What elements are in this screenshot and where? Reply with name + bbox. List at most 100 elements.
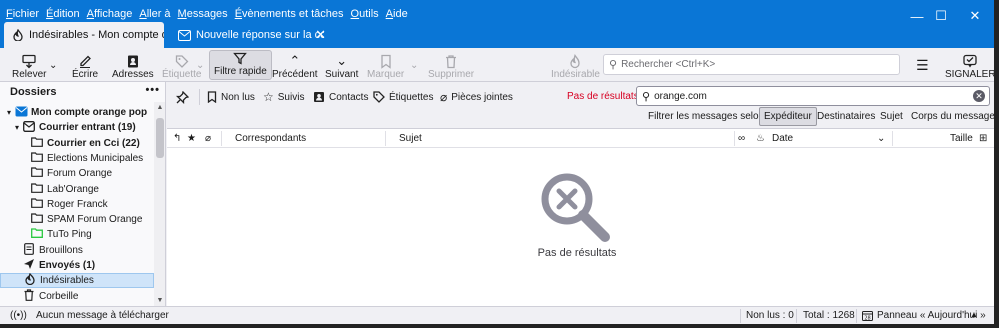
folder-item[interactable]: ▾ Courrier entrant (19): [0, 120, 154, 135]
relever-button[interactable]: Relever: [12, 50, 46, 80]
scroll-thumb[interactable]: [156, 118, 164, 158]
signaler-label: SIGNALER: [945, 69, 994, 80]
star-icon: ★: [187, 133, 196, 144]
search-icon: ⚲: [609, 59, 618, 71]
pieces-jointes-filter[interactable]: ⌀ Pièces jointes: [440, 88, 513, 106]
precedent-button[interactable]: ⌃ Précédent: [272, 50, 318, 81]
menu-outils[interactable]: Outils: [351, 8, 379, 22]
expand-twisty-icon[interactable]: ▾: [4, 108, 14, 117]
starred-column[interactable]: ★: [187, 129, 196, 148]
menu-edition[interactable]: Édition: [46, 8, 80, 22]
etiquette-dropdown-icon[interactable]: ⌄: [196, 60, 204, 71]
filtre-rapide-label: Filtre rapide: [214, 66, 267, 77]
supprimer-label: Supprimer: [428, 69, 475, 80]
menu-bar: Fichier Édition Affichage Aller à Messag…: [6, 8, 415, 22]
folder-icon: [30, 182, 44, 196]
folder-item[interactable]: Roger Franck: [0, 197, 154, 212]
online-status-icon[interactable]: ((•)): [10, 310, 27, 321]
today-pane-arrow-icon[interactable]: ▲: [970, 310, 978, 319]
suivant-button[interactable]: ⌄ Suivant: [325, 50, 358, 81]
menu-aller[interactable]: Aller à: [139, 8, 170, 22]
junk-flame-icon: [570, 54, 581, 69]
folder-item[interactable]: Corbeille: [0, 288, 154, 304]
filter-corps-button[interactable]: Corps du message: [907, 107, 994, 126]
separator: [796, 309, 797, 323]
svg-text:28: 28: [864, 316, 870, 322]
folder-label: Lab'Orange: [47, 183, 99, 195]
folder-item[interactable]: Forum Orange: [0, 166, 154, 181]
folder-pane: Dossiers ••• ▾ Mon compte orange pop ▾ Cour…: [0, 82, 166, 306]
thread-column[interactable]: ↰: [173, 129, 181, 148]
sticky-filter-button[interactable]: [176, 88, 189, 106]
precedent-label: Précédent: [272, 69, 318, 80]
suivis-filter[interactable]: ☆ Suivis: [263, 88, 304, 106]
filter-destinataires-button[interactable]: Destinataires: [813, 107, 879, 126]
adresses-button[interactable]: Adresses: [112, 50, 154, 80]
ecrire-button[interactable]: Écrire: [72, 50, 98, 80]
folder-item[interactable]: Elections Municipales: [0, 151, 154, 166]
folder-pane-header: Dossiers •••: [0, 82, 165, 102]
date-column[interactable]: Date: [772, 129, 793, 148]
signaler-button[interactable]: SIGNALER: [945, 50, 994, 80]
paperclip-icon: ⌀: [440, 90, 448, 104]
filter-corps-label: Corps du message: [911, 111, 994, 122]
more-options-icon[interactable]: •••: [145, 84, 160, 96]
date-label: Date: [772, 133, 794, 144]
etiquettes-filter[interactable]: Étiquettes: [373, 88, 433, 106]
filter-expediteur-button[interactable]: Expéditeur: [759, 107, 817, 126]
tab-title: Indésirables - Mon compte orange pop: [29, 29, 164, 41]
quick-filter-search-input[interactable]: ⚲ orange.com ✕: [636, 86, 990, 106]
column-picker-icon[interactable]: ⊞: [979, 129, 987, 148]
empty-state-text: Pas de résultats: [537, 247, 617, 259]
scroll-down-icon[interactable]: ▼: [154, 297, 165, 304]
menu-fichier[interactable]: Fichier: [6, 8, 39, 22]
filter-sujet-button[interactable]: Sujet: [876, 107, 907, 126]
marquer-dropdown-icon[interactable]: ⌄: [410, 60, 418, 71]
folder-scrollbar[interactable]: ▲ ▼: [154, 102, 165, 306]
total-count: Total : 1268: [803, 310, 855, 321]
folder-item[interactable]: Indésirables: [0, 273, 154, 289]
menu-affichage[interactable]: Affichage: [87, 8, 133, 22]
menu-aide[interactable]: Aide: [386, 8, 408, 22]
menu-messages[interactable]: Messages: [178, 8, 228, 22]
tab-nouvelle-reponse[interactable]: Nouvelle réponse sur la communauté ✕: [170, 22, 332, 48]
write-pencil-icon: [80, 55, 91, 68]
supprimer-button[interactable]: Supprimer: [428, 50, 474, 80]
read-status-column[interactable]: ∞: [738, 129, 745, 148]
folder-item[interactable]: Brouillons: [0, 242, 154, 258]
pieces-jointes-label: Pièces jointes: [451, 91, 513, 103]
folder-item[interactable]: Lab'Orange: [0, 182, 154, 197]
folder-label: Indésirables: [40, 275, 94, 287]
scroll-up-icon[interactable]: ▲: [154, 104, 165, 111]
folder-item[interactable]: SPAM Forum Orange: [0, 212, 154, 227]
sujet-column[interactable]: Sujet: [399, 129, 422, 148]
column-separator: [221, 131, 222, 146]
folder-icon: [30, 167, 44, 180]
indesirable-button[interactable]: Indésirable: [551, 50, 600, 80]
non-lus-filter[interactable]: Non lus: [207, 88, 255, 106]
expand-twisty-icon[interactable]: ▾: [12, 123, 22, 132]
contacts-filter[interactable]: Contacts: [313, 88, 368, 106]
column-picker-glyph: ⊞: [979, 133, 988, 144]
menu-evenements[interactable]: Évènements et tâches: [235, 8, 344, 22]
filtre-rapide-button[interactable]: Filtre rapide: [209, 50, 272, 80]
clear-search-icon[interactable]: ✕: [973, 90, 985, 102]
date-sort-icon[interactable]: ⌄: [877, 129, 885, 148]
today-pane-toggle[interactable]: 28 Panneau « Aujourd'hui »: [862, 310, 986, 321]
attachment-column[interactable]: ⌀: [205, 129, 211, 148]
folder-item[interactable]: TuTo Ping: [0, 227, 154, 242]
global-search-input[interactable]: ⚲ Rechercher <Ctrl+K>: [603, 54, 900, 75]
filter-expediteur-label: Expéditeur: [764, 111, 812, 122]
tab-indesirables[interactable]: Indésirables - Mon compte orange pop: [4, 22, 164, 48]
relever-dropdown-icon[interactable]: ⌄: [49, 60, 57, 71]
folder-item[interactable]: ▾ Mon compte orange pop: [0, 105, 154, 120]
taille-column[interactable]: Taille: [950, 129, 973, 148]
folder-item[interactable]: Courrier en Cci (22): [0, 136, 154, 151]
app-menu-button[interactable]: ☰: [916, 54, 929, 76]
junk-status-column[interactable]: ♨: [756, 129, 765, 148]
marquer-button[interactable]: Marquer: [367, 50, 404, 80]
correspondants-column[interactable]: Correspondants: [235, 129, 306, 148]
folder-item[interactable]: Envoyés (1): [0, 258, 154, 273]
tab-close-icon[interactable]: ✕: [315, 27, 326, 43]
folder-label: Mon compte orange pop: [31, 107, 148, 118]
